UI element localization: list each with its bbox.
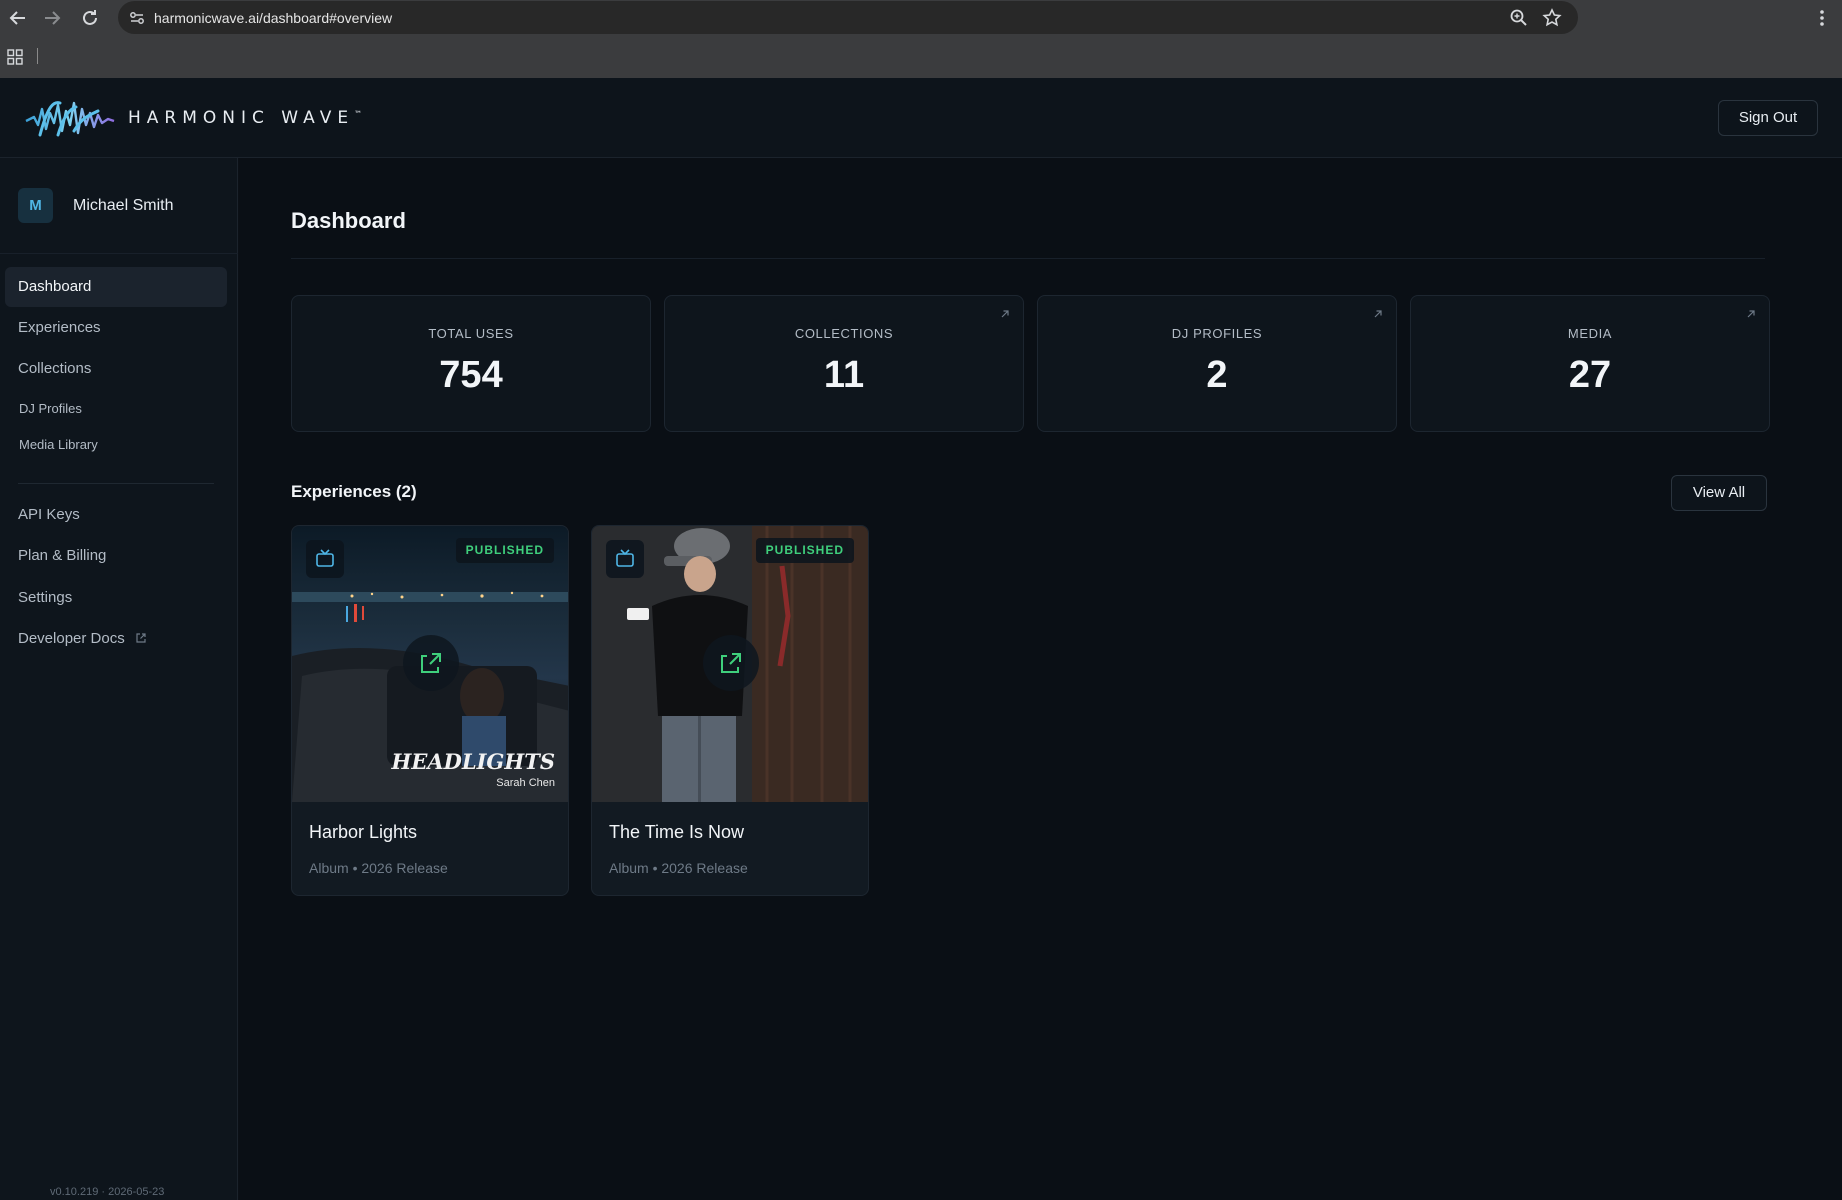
stat-card-dj-profiles[interactable]: DJ PROFILES 2 — [1037, 295, 1397, 432]
sidebar-item-experiences[interactable]: Experiences — [5, 308, 227, 348]
sidebar-item-label: Developer Docs — [18, 630, 125, 647]
browser-chrome: harmonicwave.ai/dashboard#overview — [0, 0, 1842, 78]
user-name: Michael Smith — [73, 197, 174, 214]
stat-value: 2 — [1206, 354, 1228, 396]
trademark-symbol: ™ — [354, 109, 363, 119]
view-all-button[interactable]: View All — [1671, 475, 1767, 511]
stat-value: 27 — [1568, 354, 1612, 396]
arrow-up-right-icon — [1374, 310, 1382, 318]
bookmarks-separator — [37, 48, 38, 64]
user-profile[interactable]: M Michael Smith — [0, 158, 238, 254]
experience-meta: Album • 2026 Release — [609, 860, 748, 876]
open-external-icon[interactable] — [703, 635, 759, 691]
stat-label: COLLECTIONS — [794, 326, 894, 341]
sidebar-divider — [18, 483, 214, 484]
stat-label: TOTAL USES — [428, 326, 514, 341]
experience-title: The Time Is Now — [609, 822, 745, 842]
sidebar-item-collections[interactable]: Collections — [5, 349, 227, 389]
sidebar-item-settings[interactable]: Settings — [5, 578, 227, 618]
zoom-icon[interactable] — [1508, 7, 1530, 29]
stat-card-total-uses: TOTAL USES 754 — [291, 295, 651, 432]
app-version: v0.10.219 · 2026-05-23 — [50, 1186, 165, 1198]
tv-icon — [306, 540, 344, 578]
sidebar-item-developer-docs[interactable]: Developer Docs — [5, 619, 227, 659]
bookmark-star-icon[interactable] — [1541, 7, 1563, 29]
title-divider — [291, 258, 1765, 259]
address-bar[interactable]: harmonicwave.ai/dashboard#overview — [118, 1, 1578, 34]
page-title: Dashboard — [291, 208, 406, 233]
apps-grid-icon[interactable] — [7, 49, 23, 65]
url-text: harmonicwave.ai/dashboard#overview — [154, 10, 393, 26]
experience-card-harbor-lights[interactable]: HEADLIGHTS Sarah Chen PUBLISHED Harbor L… — [291, 525, 569, 896]
status-badge: PUBLISHED — [755, 538, 854, 563]
external-link-icon — [136, 633, 146, 643]
stat-label: DJ PROFILES — [1171, 326, 1263, 341]
arrow-up-right-icon — [1001, 310, 1009, 318]
stat-card-media[interactable]: MEDIA 27 — [1410, 295, 1770, 432]
sidebar-item-plan-billing[interactable]: Plan & Billing — [5, 536, 227, 576]
experience-meta: Album • 2026 Release — [309, 860, 448, 876]
album-art-title: HEADLIGHTS — [390, 749, 555, 774]
back-icon[interactable] — [6, 6, 30, 30]
main-content: Dashboard TOTAL USES 754 COLLECTIONS 11 … — [239, 158, 1842, 1200]
app-header: HARMONIC WAVE™ Sign Out — [0, 78, 1842, 158]
browser-toolbar: harmonicwave.ai/dashboard#overview — [0, 0, 1842, 36]
reload-icon[interactable] — [78, 6, 102, 30]
tv-icon — [606, 540, 644, 578]
browser-menu-icon[interactable] — [1812, 7, 1832, 29]
avatar: M — [18, 188, 53, 223]
brand-name: HARMONIC WAVE™ — [128, 108, 362, 128]
stat-value: 754 — [439, 354, 503, 396]
stat-value: 11 — [823, 354, 865, 396]
experience-title: Harbor Lights — [309, 822, 418, 842]
bookmarks-bar — [0, 40, 1842, 72]
stat-label: MEDIA — [1567, 326, 1613, 341]
sidebar-item-api-keys[interactable]: API Keys — [5, 495, 227, 535]
experience-card-the-time-is-now[interactable]: PUBLISHED The Time Is Now Album • 2026 R… — [591, 525, 869, 896]
sidebar-item-dashboard[interactable]: Dashboard — [5, 267, 227, 307]
brand-text: HARMONIC WAVE — [128, 108, 355, 128]
site-info-icon[interactable] — [128, 9, 146, 27]
status-badge: PUBLISHED — [455, 538, 554, 563]
open-external-icon[interactable] — [403, 635, 459, 691]
forward-icon[interactable] — [40, 6, 64, 30]
sidebar: M Michael Smith Dashboard Experiences Co… — [0, 158, 238, 1200]
experiences-section-title: Experiences (2) — [291, 482, 417, 501]
sign-out-button[interactable]: Sign Out — [1718, 100, 1818, 136]
stat-card-collections[interactable]: COLLECTIONS 11 — [664, 295, 1024, 432]
harmonic-wave-logo-icon[interactable] — [24, 95, 116, 141]
sidebar-item-dj-profiles[interactable]: DJ Profiles — [5, 389, 227, 429]
album-art-artist: Sarah Chen — [496, 777, 555, 789]
sidebar-item-media-library[interactable]: Media Library — [5, 425, 227, 465]
arrow-up-right-icon — [1747, 310, 1755, 318]
